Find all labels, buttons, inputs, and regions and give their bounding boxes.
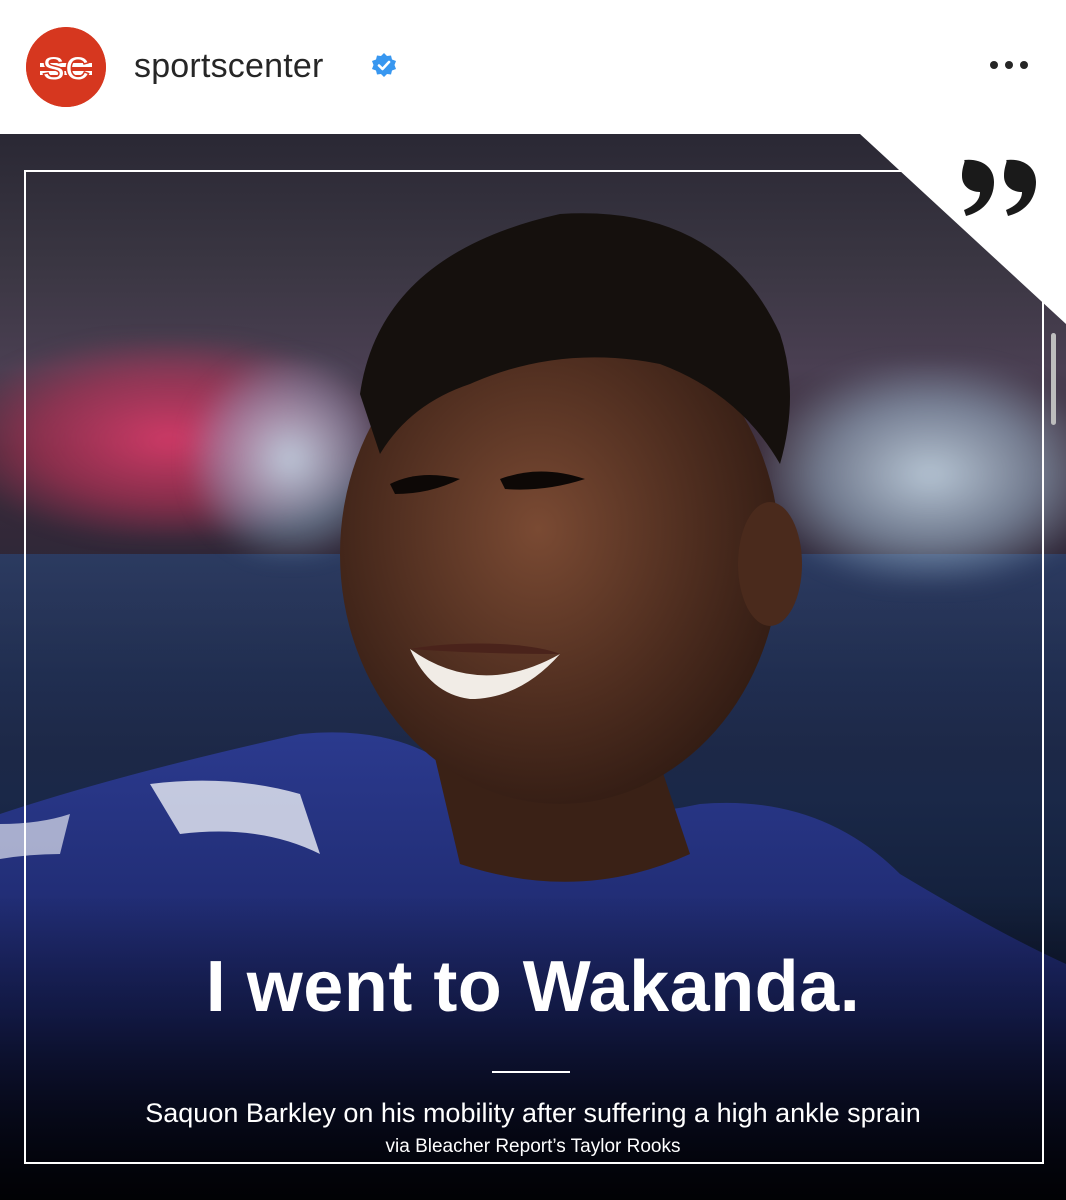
scrollbar[interactable] [1051, 333, 1056, 425]
post-image[interactable]: I went to Wakanda. Saquon Barkley on his… [0, 134, 1066, 1200]
more-horizontal-icon [1005, 61, 1013, 69]
headline: I went to Wakanda. [205, 947, 861, 1027]
post-header: SC sportscenter [0, 0, 1066, 134]
credit-line: via Bleacher Report’s Taylor Rooks [385, 1136, 681, 1157]
more-horizontal-icon [1020, 61, 1028, 69]
avatar[interactable]: SC [26, 27, 106, 107]
subheadline: Saquon Barkley on his mobility after suf… [145, 1098, 921, 1128]
more-options-button[interactable] [984, 50, 1034, 80]
more-horizontal-icon [990, 61, 998, 69]
divider [492, 1071, 570, 1073]
username[interactable]: sportscenter [134, 44, 323, 88]
sportscenter-logo: SC [26, 27, 106, 107]
svg-text:SC: SC [42, 50, 89, 88]
verified-badge-icon [372, 53, 396, 77]
quote-icon [962, 159, 1036, 216]
